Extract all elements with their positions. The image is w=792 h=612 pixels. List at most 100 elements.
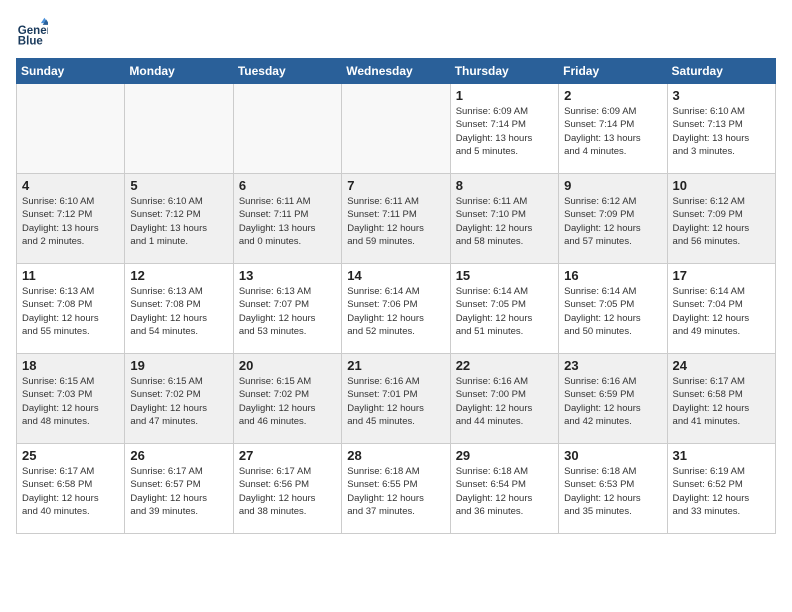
day-number: 3	[673, 88, 770, 103]
day-cell: 7 Sunrise: 6:11 AM Sunset: 7:11 PM Daylig…	[342, 174, 450, 264]
day-info: Sunrise: 6:18 AM Sunset: 6:54 PM Dayligh…	[456, 465, 553, 518]
day-cell: 22 Sunrise: 6:16 AM Sunset: 7:00 PM Dayli…	[450, 354, 558, 444]
day-cell: 5Sunrise: 6:10 AM Sunset: 7:12 PM Daylig…	[125, 174, 233, 264]
week-row-3: 11 Sunrise: 6:13 AM Sunset: 7:08 PM Dayli…	[17, 264, 776, 354]
day-cell	[342, 84, 450, 174]
day-cell	[125, 84, 233, 174]
day-number: 21	[347, 358, 444, 373]
logo: General Blue	[16, 16, 52, 48]
day-info: Sunrise: 6:11 AM Sunset: 7:10 PM Dayligh…	[456, 195, 553, 248]
day-number: 20	[239, 358, 336, 373]
day-number: 7	[347, 178, 444, 193]
day-info: Sunrise: 6:11 AM Sunset: 7:11 PM Dayligh…	[347, 195, 444, 248]
day-cell	[233, 84, 341, 174]
day-number: 24	[673, 358, 770, 373]
day-number: 15	[456, 268, 553, 283]
day-info: Sunrise: 6:16 AM Sunset: 7:00 PM Dayligh…	[456, 375, 553, 428]
day-cell: 29 Sunrise: 6:18 AM Sunset: 6:54 PM Dayli…	[450, 444, 558, 534]
day-cell: 30 Sunrise: 6:18 AM Sunset: 6:53 PM Dayli…	[559, 444, 667, 534]
week-row-4: 18 Sunrise: 6:15 AM Sunset: 7:03 PM Dayli…	[17, 354, 776, 444]
day-number: 14	[347, 268, 444, 283]
day-info: Sunrise: 6:15 AM Sunset: 7:02 PM Dayligh…	[130, 375, 227, 428]
day-cell: 1 Sunrise: 6:09 AM Sunset: 7:14 PM Daylig…	[450, 84, 558, 174]
day-info: Sunrise: 6:10 AM Sunset: 7:12 PM Dayligh…	[22, 195, 119, 248]
day-number: 16	[564, 268, 661, 283]
day-number: 13	[239, 268, 336, 283]
day-cell: 9 Sunrise: 6:12 AM Sunset: 7:09 PM Daylig…	[559, 174, 667, 264]
day-number: 27	[239, 448, 336, 463]
day-info: Sunrise: 6:18 AM Sunset: 6:53 PM Dayligh…	[564, 465, 661, 518]
header-tuesday: Tuesday	[233, 59, 341, 84]
day-info: Sunrise: 6:19 AM Sunset: 6:52 PM Dayligh…	[673, 465, 770, 518]
day-number: 30	[564, 448, 661, 463]
day-number: 5	[130, 178, 227, 193]
day-number: 12	[130, 268, 227, 283]
day-info: Sunrise: 6:17 AM Sunset: 6:57 PM Dayligh…	[130, 465, 227, 518]
day-number: 2	[564, 88, 661, 103]
day-cell: 16Sunrise: 6:14 AM Sunset: 7:05 PM Dayli…	[559, 264, 667, 354]
day-info: Sunrise: 6:14 AM Sunset: 7:05 PM Dayligh…	[456, 285, 553, 338]
week-row-1: 1 Sunrise: 6:09 AM Sunset: 7:14 PM Daylig…	[17, 84, 776, 174]
day-cell: 10 Sunrise: 6:12 AM Sunset: 7:09 PM Dayli…	[667, 174, 775, 264]
day-number: 28	[347, 448, 444, 463]
day-number: 6	[239, 178, 336, 193]
svg-text:Blue: Blue	[18, 35, 44, 47]
day-info: Sunrise: 6:10 AM Sunset: 7:13 PM Dayligh…	[673, 105, 770, 158]
day-cell: 24 Sunrise: 6:17 AM Sunset: 6:58 PM Dayli…	[667, 354, 775, 444]
calendar-table: SundayMondayTuesdayWednesdayThursdayFrid…	[16, 58, 776, 534]
week-row-2: 4 Sunrise: 6:10 AM Sunset: 7:12 PM Daylig…	[17, 174, 776, 264]
day-info: Sunrise: 6:09 AM Sunset: 7:14 PM Dayligh…	[456, 105, 553, 158]
day-number: 10	[673, 178, 770, 193]
day-cell: 3 Sunrise: 6:10 AM Sunset: 7:13 PM Daylig…	[667, 84, 775, 174]
day-info: Sunrise: 6:17 AM Sunset: 6:58 PM Dayligh…	[22, 465, 119, 518]
day-cell: 21 Sunrise: 6:16 AM Sunset: 7:01 PM Dayli…	[342, 354, 450, 444]
day-info: Sunrise: 6:15 AM Sunset: 7:03 PM Dayligh…	[22, 375, 119, 428]
day-info: Sunrise: 6:14 AM Sunset: 7:04 PM Dayligh…	[673, 285, 770, 338]
day-number: 1	[456, 88, 553, 103]
day-cell: 8 Sunrise: 6:11 AM Sunset: 7:10 PM Daylig…	[450, 174, 558, 264]
day-cell: 25 Sunrise: 6:17 AM Sunset: 6:58 PM Dayli…	[17, 444, 125, 534]
day-info: Sunrise: 6:16 AM Sunset: 7:01 PM Dayligh…	[347, 375, 444, 428]
day-number: 18	[22, 358, 119, 373]
calendar-header-row: SundayMondayTuesdayWednesdayThursdayFrid…	[17, 59, 776, 84]
day-cell: 13 Sunrise: 6:13 AM Sunset: 7:07 PM Dayli…	[233, 264, 341, 354]
header-sunday: Sunday	[17, 59, 125, 84]
day-number: 4	[22, 178, 119, 193]
day-number: 22	[456, 358, 553, 373]
day-cell: 31 Sunrise: 6:19 AM Sunset: 6:52 PM Dayli…	[667, 444, 775, 534]
day-info: Sunrise: 6:17 AM Sunset: 6:58 PM Dayligh…	[673, 375, 770, 428]
week-row-5: 25 Sunrise: 6:17 AM Sunset: 6:58 PM Dayli…	[17, 444, 776, 534]
day-cell: 18 Sunrise: 6:15 AM Sunset: 7:03 PM Dayli…	[17, 354, 125, 444]
header-friday: Friday	[559, 59, 667, 84]
day-cell: 19Sunrise: 6:15 AM Sunset: 7:02 PM Dayli…	[125, 354, 233, 444]
day-number: 23	[564, 358, 661, 373]
day-number: 17	[673, 268, 770, 283]
day-cell: 28Sunrise: 6:18 AM Sunset: 6:55 PM Dayli…	[342, 444, 450, 534]
header-saturday: Saturday	[667, 59, 775, 84]
day-cell: 15 Sunrise: 6:14 AM Sunset: 7:05 PM Dayli…	[450, 264, 558, 354]
page-header: General Blue	[16, 16, 776, 48]
day-info: Sunrise: 6:15 AM Sunset: 7:02 PM Dayligh…	[239, 375, 336, 428]
day-number: 8	[456, 178, 553, 193]
day-info: Sunrise: 6:13 AM Sunset: 7:08 PM Dayligh…	[22, 285, 119, 338]
day-info: Sunrise: 6:17 AM Sunset: 6:56 PM Dayligh…	[239, 465, 336, 518]
header-wednesday: Wednesday	[342, 59, 450, 84]
day-cell: 4 Sunrise: 6:10 AM Sunset: 7:12 PM Daylig…	[17, 174, 125, 264]
day-cell: 2Sunrise: 6:09 AM Sunset: 7:14 PM Daylig…	[559, 84, 667, 174]
day-info: Sunrise: 6:12 AM Sunset: 7:09 PM Dayligh…	[564, 195, 661, 248]
day-number: 31	[673, 448, 770, 463]
day-cell: 26Sunrise: 6:17 AM Sunset: 6:57 PM Dayli…	[125, 444, 233, 534]
header-thursday: Thursday	[450, 59, 558, 84]
day-cell	[17, 84, 125, 174]
day-number: 9	[564, 178, 661, 193]
day-info: Sunrise: 6:12 AM Sunset: 7:09 PM Dayligh…	[673, 195, 770, 248]
day-info: Sunrise: 6:13 AM Sunset: 7:08 PM Dayligh…	[130, 285, 227, 338]
day-cell: 11 Sunrise: 6:13 AM Sunset: 7:08 PM Dayli…	[17, 264, 125, 354]
day-number: 29	[456, 448, 553, 463]
day-number: 11	[22, 268, 119, 283]
day-number: 25	[22, 448, 119, 463]
day-info: Sunrise: 6:14 AM Sunset: 7:06 PM Dayligh…	[347, 285, 444, 338]
day-info: Sunrise: 6:13 AM Sunset: 7:07 PM Dayligh…	[239, 285, 336, 338]
day-cell: 6Sunrise: 6:11 AM Sunset: 7:11 PM Daylig…	[233, 174, 341, 264]
logo-icon: General Blue	[16, 16, 48, 48]
